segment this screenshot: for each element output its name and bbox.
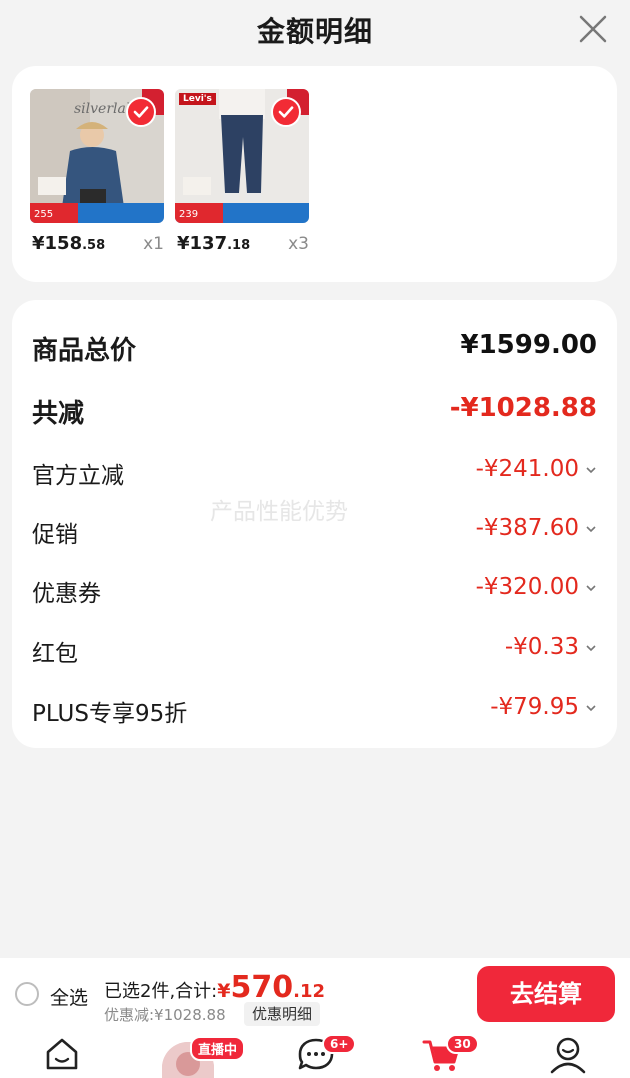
- product-quantity: x3: [288, 234, 309, 254]
- brand-logo: Levi's: [179, 93, 216, 105]
- products-card: silverlab 255 ¥158.58 x1 Levi's 239 ¥137…: [12, 66, 617, 282]
- tag-price: 239: [179, 209, 199, 220]
- total-price-value: ¥1599.00: [460, 330, 597, 360]
- home-icon[interactable]: [40, 1034, 84, 1074]
- total-price-row: 商品总价 ¥1599.00: [32, 326, 597, 366]
- product-price-row: ¥158.58 x1: [30, 231, 164, 261]
- discount-label: PLUS专享95折: [32, 701, 188, 727]
- profile-icon[interactable]: [546, 1034, 590, 1074]
- total-reduce-row: 共减 -¥1028.88: [32, 389, 597, 429]
- discount-label: 官方立减: [32, 463, 124, 489]
- chevron-down-icon[interactable]: [585, 523, 597, 535]
- discount-value: -¥320.00: [475, 574, 579, 600]
- watermark: 产品性能优势: [210, 499, 348, 525]
- discount-value: -¥241.00: [475, 456, 579, 482]
- discount-detail-button[interactable]: 优惠明细: [244, 1002, 321, 1026]
- product-quantity: x1: [143, 234, 164, 254]
- page-title: 金额明细: [256, 15, 373, 48]
- check-icon[interactable]: [126, 97, 156, 127]
- discount-label: 红包: [32, 641, 78, 667]
- tag-price: 255: [34, 209, 54, 220]
- close-icon[interactable]: [578, 14, 608, 44]
- product-price: ¥158.58: [32, 233, 106, 254]
- checkout-button[interactable]: 去结算: [477, 966, 615, 1022]
- discount-label: 促销: [32, 522, 78, 548]
- live-badge: 直播中: [190, 1036, 246, 1061]
- product-price: ¥137.18: [177, 233, 251, 254]
- selection-summary: 已选2件,合计:¥570.12: [104, 970, 325, 1005]
- discount-value: -¥79.95: [490, 694, 579, 720]
- message-badge: 6+: [322, 1034, 357, 1054]
- chevron-down-icon[interactable]: [585, 582, 597, 594]
- discount-label: 优惠券: [32, 581, 101, 607]
- chevron-down-icon[interactable]: [585, 702, 597, 714]
- total-reduce-value: -¥1028.88: [449, 393, 597, 423]
- discount-value: -¥0.33: [504, 634, 579, 660]
- product-item[interactable]: Levi's 239 ¥137.18 x3: [175, 89, 309, 261]
- product-image[interactable]: Levi's 239: [175, 89, 309, 223]
- discount-value: -¥387.60: [475, 515, 579, 541]
- discount-row-redpacket[interactable]: 红包 -¥0.33: [32, 628, 597, 668]
- checkout-bar: 全选 已选2件,合计:¥570.12 优惠减:¥1028.88 优惠明细 去结算: [0, 958, 630, 1030]
- chevron-down-icon[interactable]: [585, 464, 597, 476]
- total-amount: 570: [230, 970, 294, 1005]
- cart-badge: 30: [446, 1034, 479, 1054]
- product-price-row: ¥137.18 x3: [175, 231, 309, 261]
- header: 金额明细: [0, 0, 630, 62]
- tab-bar: 直播中 6+ 30: [0, 1030, 630, 1078]
- discount-summary: 优惠减:¥1028.88: [104, 1006, 226, 1024]
- discount-row-official[interactable]: 官方立减 -¥241.00: [32, 450, 597, 490]
- product-image[interactable]: silverlab 255: [30, 89, 164, 223]
- select-all-radio[interactable]: [15, 982, 39, 1006]
- product-item[interactable]: silverlab 255 ¥158.58 x1: [30, 89, 164, 261]
- discount-row-plus[interactable]: PLUS专享95折 -¥79.95: [32, 688, 597, 728]
- chevron-down-icon[interactable]: [585, 642, 597, 654]
- total-reduce-label: 共减: [32, 399, 85, 429]
- check-icon[interactable]: [271, 97, 301, 127]
- discount-row-coupon[interactable]: 优惠券 -¥320.00: [32, 568, 597, 608]
- total-price-label: 商品总价: [32, 336, 137, 366]
- select-all-label[interactable]: 全选: [50, 983, 88, 1010]
